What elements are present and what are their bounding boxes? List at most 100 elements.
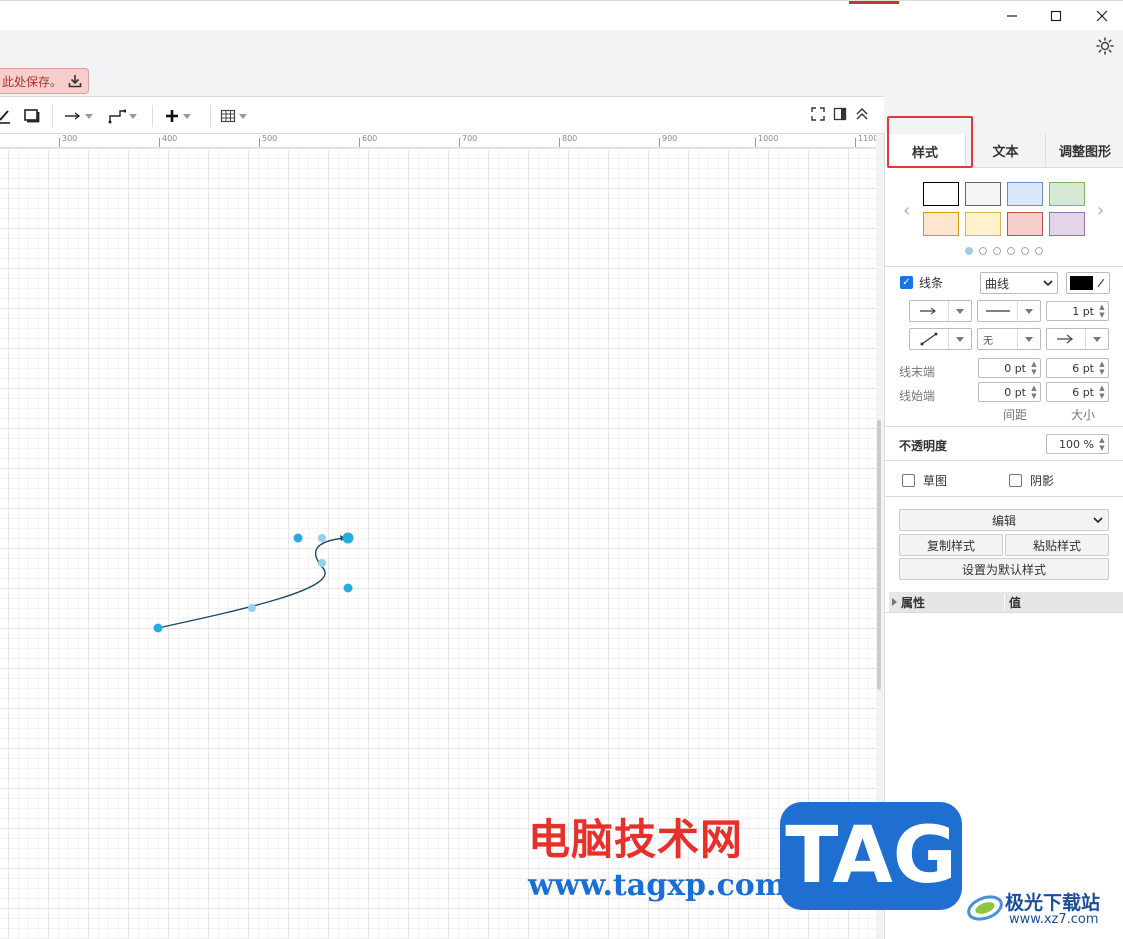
pager-dot[interactable] <box>965 247 973 255</box>
watermark-tag-logo: TAG <box>780 802 962 910</box>
download-icon[interactable] <box>68 74 82 88</box>
line-start-label: 线始端 <box>899 389 936 403</box>
chevron-down-icon <box>1025 308 1033 314</box>
toolbar-divider <box>152 105 153 127</box>
style-swatch[interactable] <box>1049 182 1085 206</box>
pager-dot[interactable] <box>979 247 987 255</box>
connector-type-select[interactable] <box>909 328 972 350</box>
maximize-button[interactable] <box>1046 7 1066 25</box>
style-swatch[interactable] <box>965 212 1001 236</box>
gear-icon[interactable] <box>1095 36 1115 56</box>
chevron-down-icon <box>129 113 137 119</box>
watermark-site-logo: 极光下载站 www.xz7.com <box>965 882 1123 930</box>
shadow-button[interactable] <box>24 105 40 127</box>
line-start-size-input[interactable]: 6 pt ▲ ▼ <box>1046 382 1109 402</box>
pager-dot[interactable] <box>1007 247 1015 255</box>
line-color-picker[interactable] <box>1066 272 1110 294</box>
line-end-spacing-input[interactable]: 0 pt ▲ ▼ <box>978 358 1041 378</box>
close-button[interactable] <box>1092 7 1112 25</box>
line-width-input[interactable]: 1 pt ▲ ▼ <box>1046 301 1109 321</box>
line-checkbox[interactable]: ✓ <box>900 276 913 289</box>
style-swatch[interactable] <box>923 182 959 206</box>
line-start-spacing-input[interactable]: 0 pt ▲ ▼ <box>978 382 1041 402</box>
line-end-size-input[interactable]: 6 pt ▲ ▼ <box>1046 358 1109 378</box>
save-banner[interactable]: 此处保存。 <box>0 68 89 94</box>
tab-arrange[interactable]: 调整图形 <box>1045 134 1123 168</box>
curved-connector[interactable] <box>157 537 347 629</box>
style-swatch[interactable] <box>923 212 959 236</box>
style-swatch[interactable] <box>1007 182 1043 206</box>
divider <box>885 460 1123 461</box>
insert-plus-icon <box>166 110 178 122</box>
pager-dot[interactable] <box>1021 247 1029 255</box>
sketch-checkbox[interactable] <box>902 474 915 487</box>
line-style-value: 曲线 <box>985 276 1010 291</box>
chevron-down-icon <box>239 113 247 119</box>
table-button[interactable] <box>220 105 247 127</box>
waypoint-button[interactable] <box>108 105 137 127</box>
midpoint-handle[interactable] <box>318 534 326 542</box>
opacity-value: 100 % <box>1059 437 1094 451</box>
endpoint-handle[interactable] <box>342 532 354 544</box>
connection-style-button[interactable] <box>64 105 93 127</box>
line-end-size-value: 6 pt <box>1072 361 1094 375</box>
chevron-right-icon[interactable]: › <box>1097 200 1104 221</box>
line-row: ✓ 线条 <box>900 274 943 291</box>
shadow-row[interactable]: 阴影 <box>1009 472 1054 489</box>
midpoint-handle[interactable] <box>318 559 326 567</box>
chevron-down-icon <box>1093 517 1103 524</box>
opacity-input[interactable]: 100 % ▲ ▼ <box>1046 434 1109 454</box>
insert-button[interactable] <box>164 105 191 127</box>
stepper-icon[interactable]: ▲ ▼ <box>1097 384 1107 400</box>
style-swatch[interactable] <box>965 182 1001 206</box>
minimize-button[interactable] <box>1002 7 1022 25</box>
stepper-icon[interactable]: ▲ ▼ <box>1029 360 1039 376</box>
end-arrow-select[interactable] <box>1046 328 1109 350</box>
collapse-icon[interactable] <box>855 107 869 121</box>
set-default-style-button[interactable]: 设置为默认样式 <box>899 558 1109 580</box>
stepper-icon[interactable]: ▲ ▼ <box>1097 436 1107 452</box>
fullscreen-icon[interactable] <box>811 107 825 121</box>
properties-header[interactable]: 属性 值 <box>889 592 1123 612</box>
chevron-down-icon <box>1093 336 1101 342</box>
paste-style-button[interactable]: 粘贴样式 <box>1005 534 1109 556</box>
divider <box>885 266 1123 267</box>
pager-dot[interactable] <box>1035 247 1043 255</box>
sketch-row[interactable]: 草图 <box>902 472 947 489</box>
stepper-icon[interactable]: ▲ ▼ <box>1029 384 1039 400</box>
arrow-line-icon <box>920 307 936 315</box>
straight-connector-icon <box>920 332 938 346</box>
line-pattern-select[interactable] <box>909 300 972 322</box>
line-label: 线条 <box>919 276 944 290</box>
line-start-spacing-value: 0 pt <box>1004 385 1026 399</box>
endpoint-handle[interactable] <box>153 623 163 633</box>
tab-text[interactable]: 文本 <box>965 134 1045 168</box>
pencil-button[interactable] <box>0 105 12 127</box>
format-panel-icon[interactable] <box>833 107 847 121</box>
toolbar-divider <box>210 105 211 127</box>
edit-select[interactable]: 编辑 <box>899 509 1109 531</box>
watermark-url-text: www.tagxp.com <box>528 868 787 903</box>
size-column-label: 大小 <box>1071 408 1096 422</box>
control-handle[interactable] <box>293 533 303 543</box>
stepper-icon[interactable]: ▲ ▼ <box>1097 360 1107 376</box>
chevron-left-icon[interactable]: ‹ <box>903 200 910 221</box>
close-icon <box>1096 10 1108 22</box>
diagram-layer <box>153 532 354 633</box>
diagram-canvas[interactable] <box>0 148 876 939</box>
line-style-select[interactable]: 曲线 <box>980 272 1058 294</box>
style-swatch[interactable] <box>1049 212 1085 236</box>
copy-style-button[interactable]: 复制样式 <box>899 534 1003 556</box>
control-handle[interactable] <box>343 583 353 593</box>
canvas-scrollbar[interactable] <box>877 420 881 690</box>
minimize-icon <box>1007 15 1017 17</box>
shadow-checkbox[interactable] <box>1009 474 1022 487</box>
line-dash-select[interactable] <box>977 300 1041 322</box>
midpoint-handle[interactable] <box>248 604 256 612</box>
stepper-icon[interactable]: ▲ ▼ <box>1097 303 1107 319</box>
ruler-tick: 700 <box>458 134 478 147</box>
pager-dot[interactable] <box>993 247 1001 255</box>
watermark-site-url: www.xz7.com <box>1009 912 1099 927</box>
style-swatch[interactable] <box>1007 212 1043 236</box>
start-arrow-select[interactable]: 无 <box>977 328 1041 350</box>
